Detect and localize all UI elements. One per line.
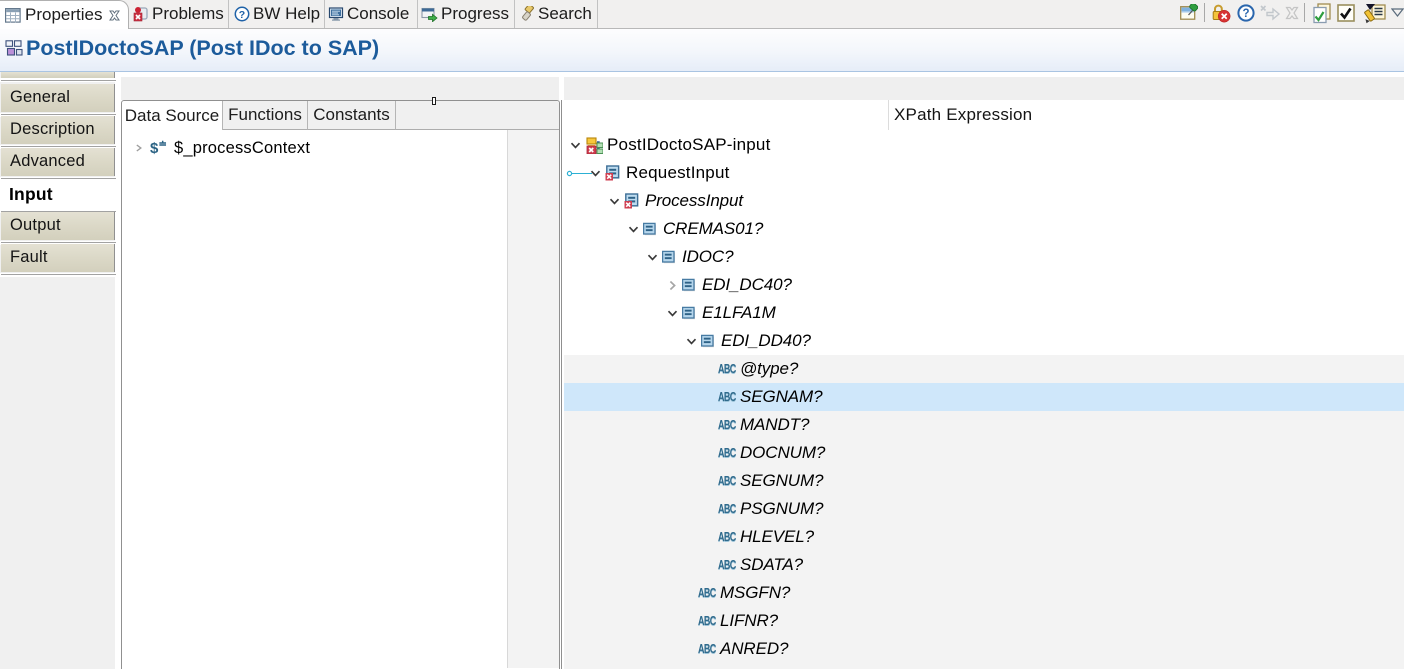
- svg-text:?: ?: [1242, 8, 1249, 20]
- svg-text:?: ?: [239, 9, 245, 21]
